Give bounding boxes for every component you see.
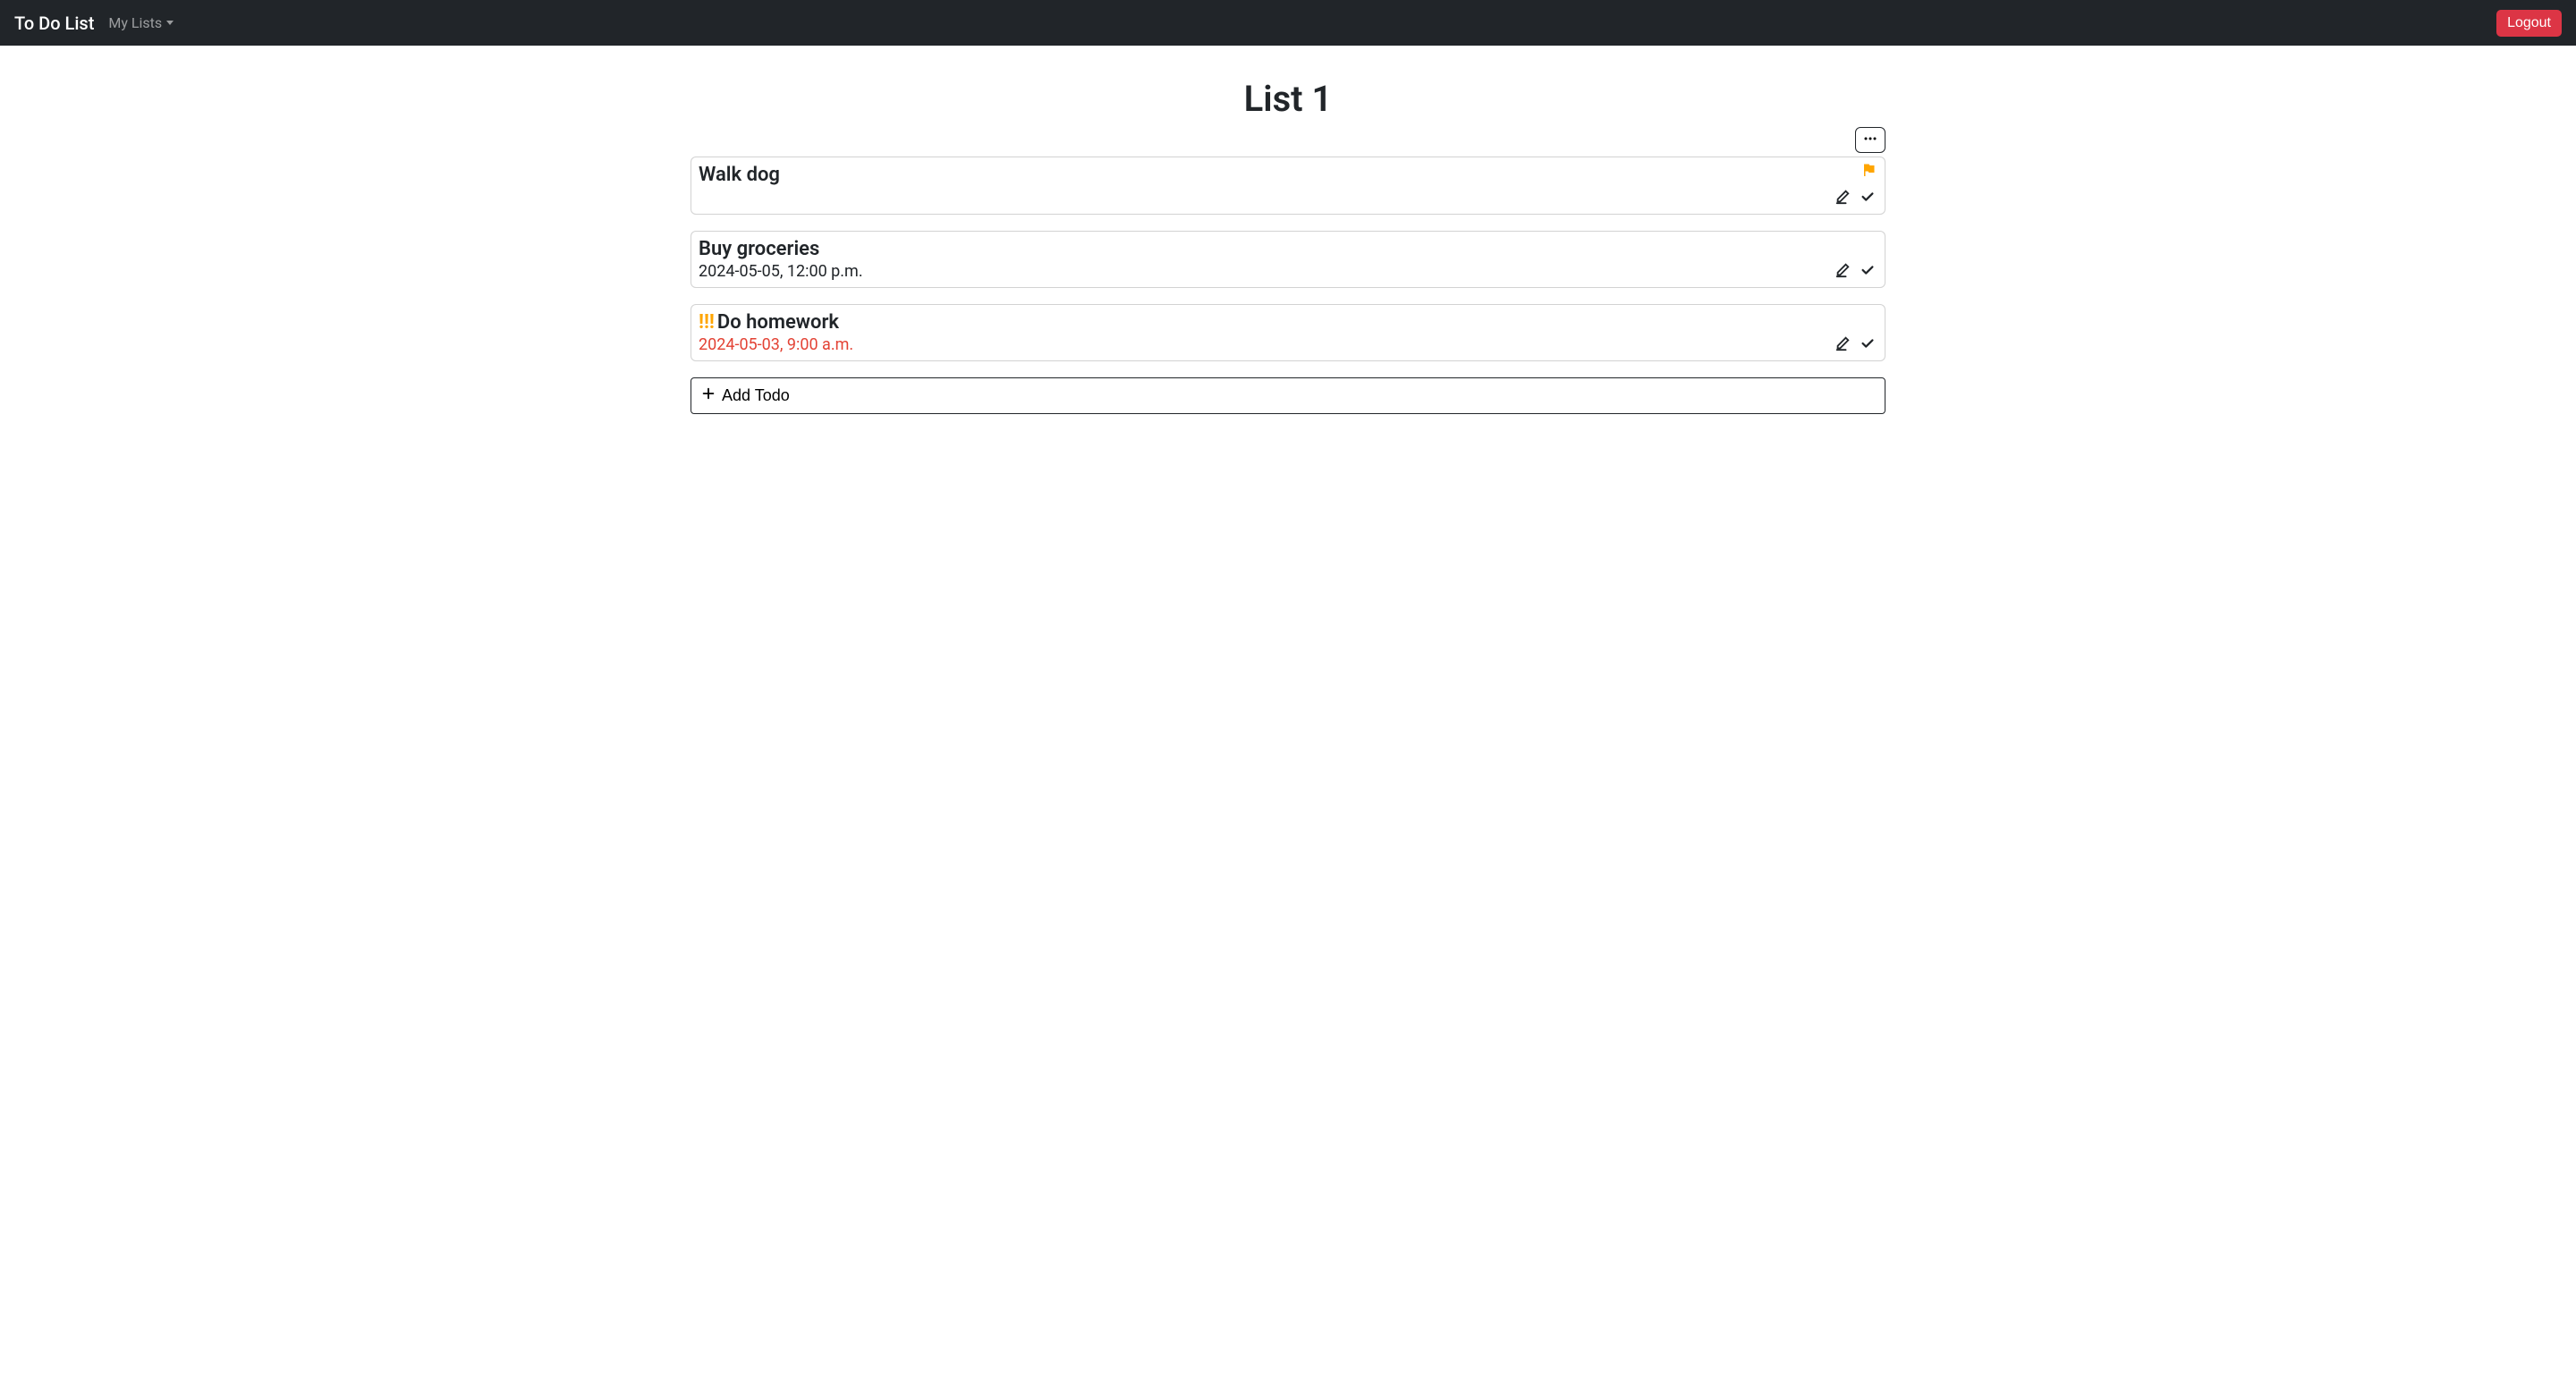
todo-actions bbox=[1835, 189, 1876, 207]
check-icon bbox=[1860, 189, 1876, 207]
todo-date: 2024-05-05, 12:00 p.m. bbox=[699, 262, 1835, 281]
brand-link[interactable]: To Do List bbox=[14, 8, 94, 38]
logout-button[interactable]: Logout bbox=[2496, 10, 2562, 37]
list-actions-row bbox=[691, 127, 1885, 153]
complete-button[interactable] bbox=[1860, 262, 1876, 281]
nav-links: My Lists bbox=[108, 7, 2496, 38]
todo-title-text: Do homework bbox=[717, 311, 839, 334]
todo-actions bbox=[1835, 335, 1876, 354]
list-more-button[interactable] bbox=[1855, 127, 1885, 153]
my-lists-label: My Lists bbox=[108, 14, 162, 31]
flag-icon bbox=[1862, 163, 1877, 181]
ellipsis-icon bbox=[1863, 131, 1877, 148]
main-container: List 1 Walk dog bbox=[680, 78, 1896, 414]
todo-card: Walk dog bbox=[691, 157, 1885, 215]
todo-card: !!!Do homework 2024-05-03, 9:00 a.m. bbox=[691, 304, 1885, 361]
todo-title: Walk dog bbox=[699, 164, 1876, 186]
todo-title: !!!Do homework bbox=[699, 311, 1835, 334]
my-lists-dropdown[interactable]: My Lists bbox=[108, 7, 174, 38]
complete-button[interactable] bbox=[1860, 189, 1876, 207]
add-todo-button[interactable]: Add Todo bbox=[691, 377, 1885, 414]
todo-card: Buy groceries 2024-05-05, 12:00 p.m. bbox=[691, 231, 1885, 288]
priority-indicator: !!! bbox=[699, 311, 715, 334]
edit-icon bbox=[1835, 335, 1851, 354]
edit-icon bbox=[1835, 262, 1851, 281]
chevron-down-icon bbox=[166, 21, 174, 25]
todo-date: 2024-05-03, 9:00 a.m. bbox=[699, 335, 1835, 354]
list-title: List 1 bbox=[691, 78, 1885, 120]
todo-title: Buy groceries bbox=[699, 238, 1835, 260]
add-todo-label: Add Todo bbox=[722, 386, 790, 405]
check-icon bbox=[1860, 335, 1876, 354]
navbar: To Do List My Lists Logout bbox=[0, 0, 2576, 46]
edit-button[interactable] bbox=[1835, 189, 1851, 207]
plus-icon bbox=[700, 385, 722, 406]
edit-button[interactable] bbox=[1835, 335, 1851, 354]
check-icon bbox=[1860, 262, 1876, 281]
todo-actions bbox=[1835, 262, 1876, 281]
edit-icon bbox=[1835, 189, 1851, 207]
edit-button[interactable] bbox=[1835, 262, 1851, 281]
complete-button[interactable] bbox=[1860, 335, 1876, 354]
